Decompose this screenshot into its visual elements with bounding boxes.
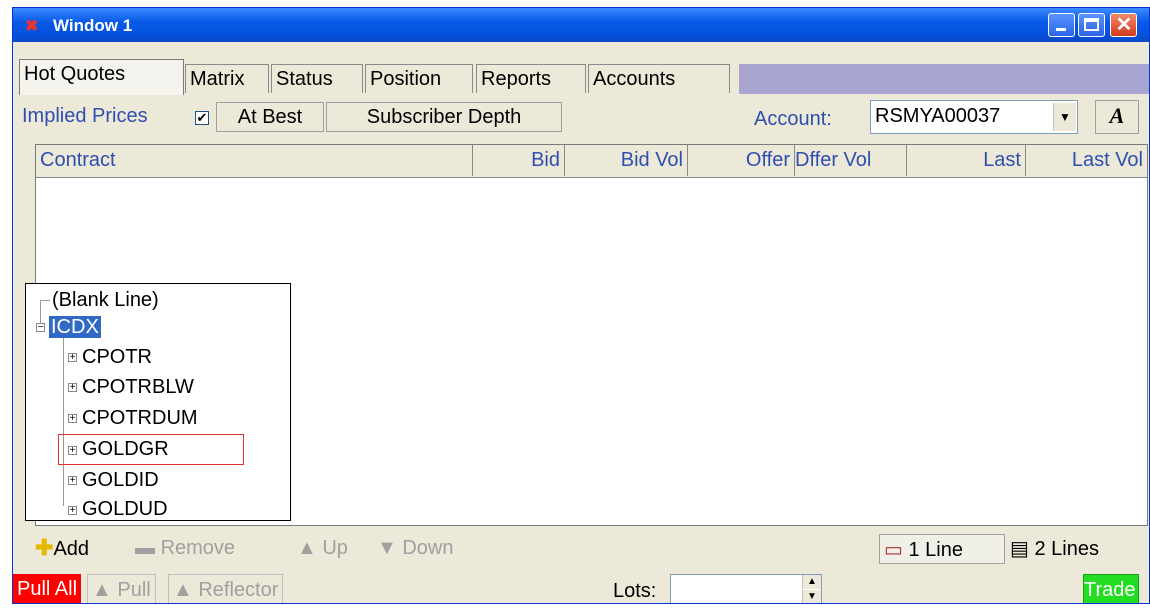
tree-item-label: CPOTRDUM xyxy=(82,407,198,429)
add-button[interactable]: ✚Add xyxy=(35,533,89,564)
pull-all-button[interactable]: Pull All xyxy=(13,574,81,603)
tab-matrix[interactable]: Matrix xyxy=(185,64,269,93)
tree-item-cpotr[interactable]: CPOTR xyxy=(82,345,152,369)
implied-prices-label: Implied Prices xyxy=(22,105,148,127)
trade-button[interactable]: Trade xyxy=(1083,574,1139,603)
column-last[interactable]: Last xyxy=(907,145,1026,176)
tab-accounts[interactable]: Accounts xyxy=(588,64,730,93)
column-last-vol[interactable]: Last Vol xyxy=(1026,145,1147,176)
two-lines-label: 2 Lines xyxy=(1034,538,1099,560)
lots-input[interactable]: ▲ ▼ xyxy=(670,574,822,603)
spin-up-icon[interactable]: ▲ xyxy=(802,575,821,589)
tree-item-goldud[interactable]: GOLDUD xyxy=(82,497,168,521)
arrow-down-icon: ▼ xyxy=(377,537,397,559)
tree-item-label: CPOTRBLW xyxy=(82,376,194,398)
spin-down-icon[interactable]: ▼ xyxy=(802,590,821,603)
two-lines-icon: ▤ xyxy=(1010,538,1029,560)
minimize-icon xyxy=(1056,28,1066,31)
at-best-button[interactable]: At Best xyxy=(216,102,324,132)
row-actions-bar: ✚Add ▬ Remove ▲ Up ▼ Down ▭ 1 Line ▤ 2 L… xyxy=(35,533,1149,565)
reflector-label: Reflector xyxy=(198,579,279,601)
one-line-icon: ▭ xyxy=(884,539,903,561)
tree-item-label: ICDX xyxy=(49,316,101,338)
tree-item-label: CPOTR xyxy=(82,346,152,368)
pull-arrow-icon: ▲ xyxy=(92,579,112,601)
column-bid-vol[interactable]: Bid Vol xyxy=(565,145,688,176)
remove-label: Remove xyxy=(160,537,236,559)
expand-icon[interactable]: + xyxy=(68,383,77,393)
expand-icon[interactable]: + xyxy=(68,414,77,424)
chevron-down-icon[interactable]: ▼ xyxy=(1053,103,1076,131)
title-bar[interactable]: ✖ Window 1 ✕ xyxy=(13,8,1149,42)
tree-item-label: GOLDUD xyxy=(82,498,168,520)
down-label: Down xyxy=(402,537,454,559)
tab-strip-background xyxy=(739,64,1149,94)
column-offer-vol[interactable]: Dffer Vol xyxy=(795,145,907,176)
expand-icon[interactable]: + xyxy=(68,506,77,516)
one-line-toggle[interactable]: ▭ 1 Line xyxy=(879,534,1005,564)
down-button[interactable]: ▼ Down xyxy=(377,533,454,563)
tree-connector xyxy=(40,300,50,301)
tree-item-icdx[interactable]: ICDX xyxy=(49,315,101,339)
window-title: Window 1 xyxy=(53,16,133,35)
column-offer[interactable]: Offer xyxy=(688,145,795,176)
maximize-button[interactable] xyxy=(1078,13,1105,37)
arrow-up-icon: ▲ xyxy=(297,537,317,559)
account-label: Account: xyxy=(754,108,832,130)
one-line-label: 1 Line xyxy=(908,539,963,561)
tree-item-label: GOLDID xyxy=(82,469,159,491)
tab-status[interactable]: Status xyxy=(271,64,363,93)
cross-app-icon: ✖ xyxy=(25,18,39,35)
plus-icon: ✚ xyxy=(35,535,54,560)
add-label: Add xyxy=(53,538,90,560)
implied-prices-checkbox[interactable]: ✔ xyxy=(195,111,209,125)
up-label: Up xyxy=(322,537,348,559)
lots-label: Lots: xyxy=(613,580,657,602)
tree-item-cpotrblw[interactable]: CPOTRBLW xyxy=(82,375,194,399)
up-button[interactable]: ▲ Up xyxy=(297,533,348,563)
tree-item-blank-line[interactable]: (Blank Line) xyxy=(52,288,159,312)
reflector-icon: ▲ xyxy=(173,579,193,601)
remove-button[interactable]: ▬ Remove xyxy=(135,533,235,563)
pull-label: Pull xyxy=(117,579,151,601)
reflector-button[interactable]: ▲ Reflector xyxy=(168,574,284,603)
minus-icon: ▬ xyxy=(135,537,155,559)
pull-button[interactable]: ▲ Pull xyxy=(87,574,156,603)
tree-item-label: (Blank Line) xyxy=(52,289,159,311)
minimize-button[interactable] xyxy=(1048,13,1075,37)
font-button[interactable]: A xyxy=(1095,100,1139,134)
maximize-icon xyxy=(1084,18,1099,31)
subscriber-depth-button[interactable]: Subscriber Depth xyxy=(326,102,562,132)
expand-icon[interactable]: + xyxy=(68,476,77,486)
contract-tree-popup[interactable]: (Blank Line) − ICDX + CPOTR + CPOTRBLW +… xyxy=(25,283,291,521)
account-value: RSMYA00037 xyxy=(875,105,1001,127)
collapse-icon[interactable]: − xyxy=(36,323,45,333)
grid-header: Contract Bid Bid Vol Offer Dffer Vol Las… xyxy=(36,145,1147,178)
expand-icon[interactable]: + xyxy=(68,353,77,363)
tab-reports[interactable]: Reports xyxy=(476,64,586,93)
account-select[interactable]: RSMYA00037 ▼ xyxy=(870,100,1078,134)
close-button[interactable]: ✕ xyxy=(1110,13,1137,37)
quotes-toolbar: Implied Prices ✔ At Best Subscriber Dept… xyxy=(13,100,1149,134)
tab-position[interactable]: Position xyxy=(365,64,473,93)
tree-item-goldid[interactable]: GOLDID xyxy=(82,468,159,492)
tab-hot-quotes[interactable]: Hot Quotes xyxy=(19,59,184,95)
tree-item-cpotrdum[interactable]: CPOTRDUM xyxy=(82,406,198,430)
two-lines-toggle[interactable]: ▤ 2 Lines xyxy=(1010,534,1149,564)
column-bid[interactable]: Bid xyxy=(473,145,565,176)
close-icon: ✕ xyxy=(1115,14,1133,36)
tree-connector xyxy=(63,336,64,506)
column-contract[interactable]: Contract xyxy=(36,145,473,176)
goldgr-highlight-box xyxy=(58,434,244,465)
